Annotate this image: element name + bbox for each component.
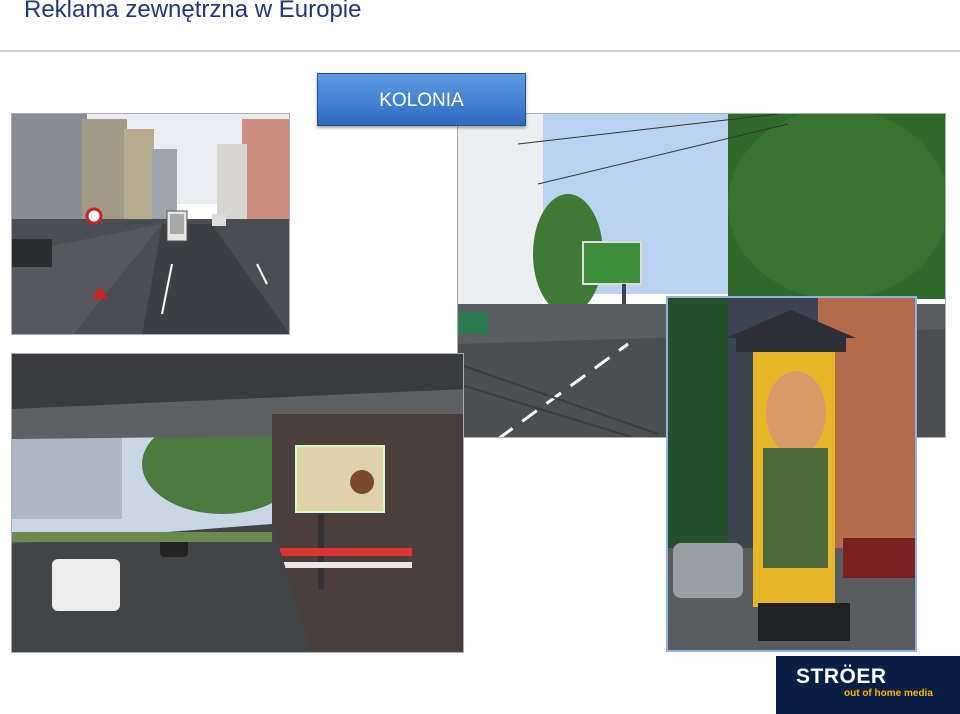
photo-advertising-column [666,296,917,652]
photo-street-scene [11,113,290,335]
logo-name: STRÖER [796,665,887,688]
photo-underpass [11,353,464,653]
stroer-logo: STRÖER out of home media [776,656,960,714]
city-label-button[interactable]: KOLONIA [317,73,526,126]
logo-tagline: out of home media [844,688,933,699]
title-divider [0,50,960,52]
slide-title: Reklama zewnętrzna w Europie [24,0,362,23]
